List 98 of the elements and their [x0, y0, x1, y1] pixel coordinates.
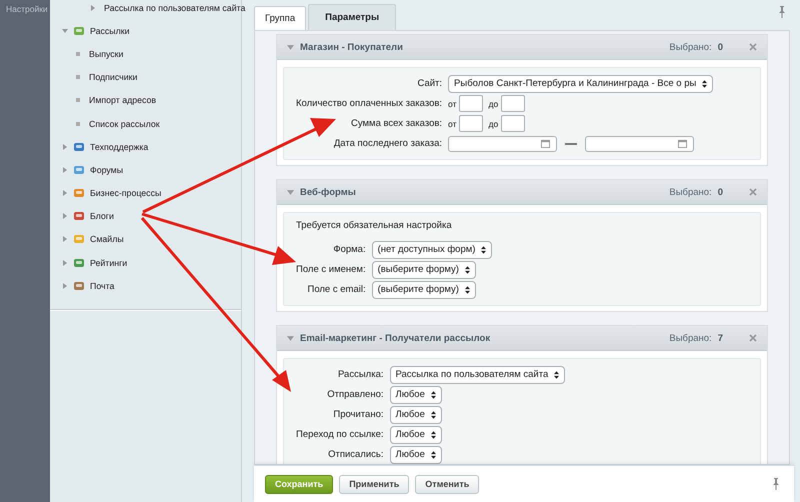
input-field[interactable] [459, 115, 484, 132]
selected-count: 7 [718, 332, 723, 344]
bullet-icon [76, 98, 80, 102]
expand-arrow-icon[interactable] [62, 190, 68, 196]
bullet-icon [76, 52, 80, 56]
bullet-icon [76, 75, 80, 80]
tab[interactable]: Параметры [308, 4, 396, 30]
menu-item[interactable]: Список рассылок [89, 118, 160, 129]
collapse-arrow-icon[interactable] [287, 44, 294, 50]
select-field[interactable]: Любое [390, 406, 442, 424]
notice-text: Требуется обязательная настройка [296, 220, 453, 232]
pin-icon[interactable] [778, 6, 786, 18]
updown-arrows-icon [430, 450, 436, 458]
menu-item[interactable]: Импорт адресов [89, 95, 156, 106]
calendar-icon[interactable] [541, 139, 550, 148]
expand-arrow-icon[interactable] [90, 4, 96, 11]
section-title: Email-маркетинг - Получатели рассылок [300, 332, 490, 344]
menu-item[interactable]: Почта [90, 280, 114, 291]
field-label: Сумма всех заказов: [350, 118, 442, 130]
module-icon [73, 24, 85, 37]
input-field[interactable] [501, 95, 526, 112]
tab[interactable]: Группа [254, 6, 306, 30]
input-field[interactable] [459, 95, 484, 112]
section-title: Веб-формы [300, 186, 356, 198]
close-icon[interactable] [749, 334, 757, 342]
selected-count: 0 [718, 42, 723, 52]
action-button[interactable]: Отменить [415, 474, 480, 494]
field-label: Количество оплаченных заказов: [296, 98, 442, 110]
selected-label: Выбрано: [669, 186, 712, 198]
collapse-arrow-icon[interactable] [287, 334, 294, 342]
updown-arrows-icon [430, 410, 436, 418]
module-icon [73, 256, 85, 269]
input-field[interactable] [501, 115, 526, 132]
module-icon [73, 187, 85, 200]
field-label: Поле с email: [306, 284, 366, 296]
expand-arrow-icon[interactable] [62, 236, 68, 242]
expand-arrow-icon[interactable] [62, 213, 68, 220]
menu-item[interactable]: Техподдержка [90, 142, 148, 152]
bullet-icon [76, 122, 80, 126]
updown-arrows-icon [430, 390, 436, 398]
field-label: Форма: [332, 244, 366, 256]
from-label: от [448, 118, 456, 130]
menu-item[interactable]: Выпуски [89, 48, 124, 59]
field-label: Прочитано: [332, 408, 384, 420]
selected-label: Выбрано: [669, 42, 712, 52]
menu-item[interactable]: Блоги [90, 211, 114, 222]
menu-item[interactable]: Форумы [90, 164, 124, 175]
module-icon [73, 140, 85, 153]
selected-count: 0 [718, 186, 723, 198]
expand-arrow-icon[interactable] [62, 166, 68, 173]
module-icon [73, 280, 85, 292]
close-icon[interactable] [749, 188, 757, 196]
expand-arrow-icon[interactable] [62, 28, 68, 34]
field-label: Рассылка: [337, 368, 384, 380]
collapse-arrow-icon[interactable] [287, 188, 294, 196]
calendar-icon[interactable] [678, 139, 688, 148]
menu-item[interactable]: Смайлы [90, 234, 124, 244]
module-icon [73, 233, 85, 246]
action-button[interactable]: Применить [339, 474, 410, 494]
menu-item[interactable]: Подписчики [89, 72, 138, 82]
field-label: Переход по ссылке: [296, 428, 384, 440]
menu-item[interactable]: Рейтинги [90, 258, 128, 268]
updown-arrows-icon [430, 430, 436, 438]
menu-item[interactable]: Рассылка по пользователям сайта [104, 2, 246, 13]
updown-arrows-icon [464, 266, 470, 274]
select-field[interactable]: (выберите форму) [372, 260, 476, 278]
field-label: Дата последнего заказа: [332, 138, 442, 150]
module-icon [73, 164, 85, 176]
section-title: Магазин - Покупатели [300, 42, 403, 52]
menu-item[interactable]: Рассылки [90, 26, 130, 36]
expand-arrow-icon[interactable] [62, 144, 68, 150]
to-label: до [488, 118, 498, 130]
field-label: Поле с именем: [296, 264, 366, 276]
menu-item[interactable]: Бизнес-процессы [90, 188, 162, 198]
select-field[interactable]: Любое [390, 386, 442, 404]
updown-arrows-icon [481, 246, 486, 254]
expand-arrow-icon[interactable] [62, 282, 68, 289]
to-label: до [488, 98, 498, 110]
updown-arrows-icon [464, 286, 470, 294]
from-label: от [448, 98, 456, 110]
field-label: Сайт: [416, 78, 442, 90]
updown-arrows-icon [554, 370, 560, 378]
select-field[interactable]: Рассылка по пользователям сайта [390, 366, 566, 384]
pin-icon[interactable] [772, 478, 780, 490]
select-field[interactable]: Любое [390, 446, 442, 464]
select-field[interactable]: (нет доступных форм) [372, 240, 492, 258]
date-field[interactable] [585, 136, 694, 152]
close-icon[interactable] [749, 43, 757, 51]
module-icon [73, 210, 85, 222]
field-label: Отправлено: [326, 388, 384, 400]
updown-arrows-icon [702, 80, 708, 88]
select-field[interactable]: (выберите форму) [372, 280, 476, 298]
select-field[interactable]: Любое [390, 426, 442, 444]
expand-arrow-icon[interactable] [62, 260, 68, 266]
date-field[interactable] [448, 136, 558, 152]
select-field[interactable]: Рыболов Санкт-Петербурга и Калининграда - Все о ры [448, 74, 714, 92]
field-label: Отписались: [327, 448, 384, 460]
selected-label: Выбрано: [669, 332, 712, 344]
